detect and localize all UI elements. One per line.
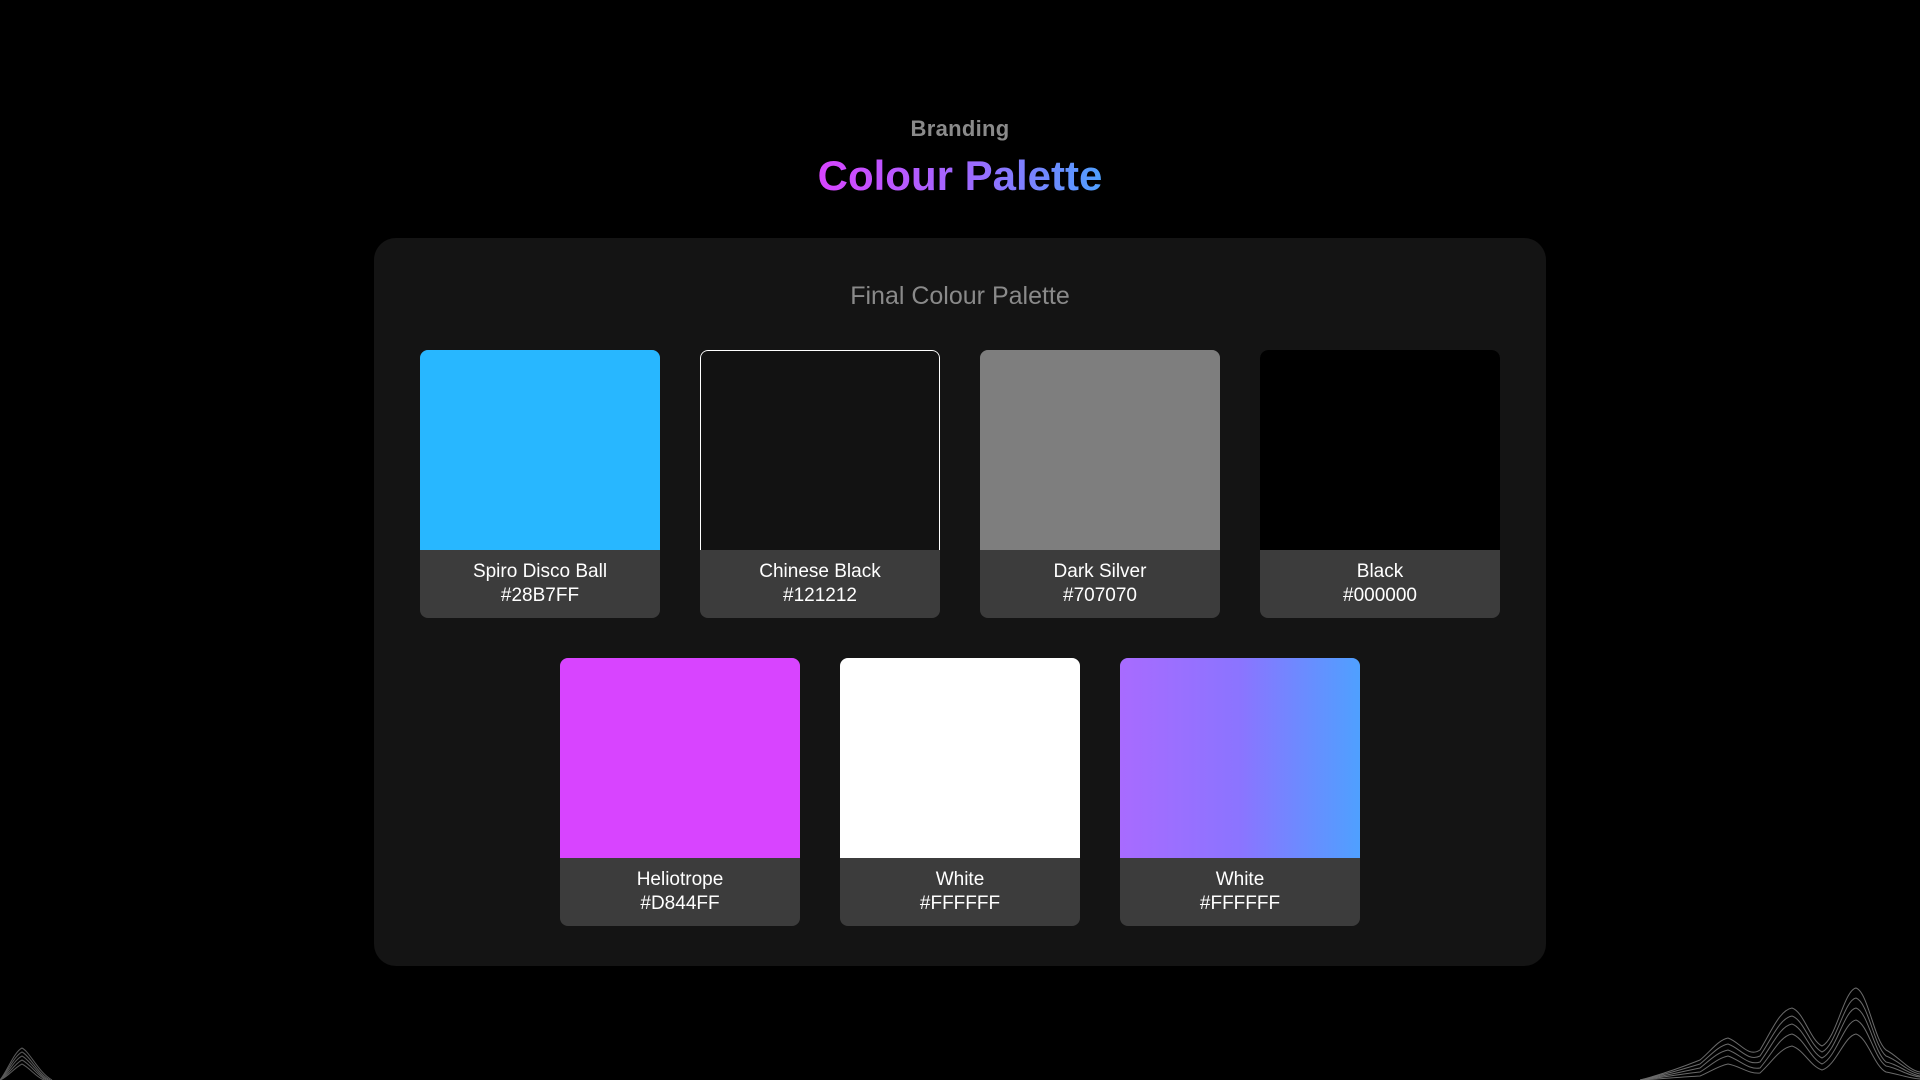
swatch-name: White	[935, 869, 985, 890]
section-eyebrow: Branding	[910, 116, 1010, 141]
wave-lines-right	[1640, 987, 1920, 1080]
page-title: Colour Palette	[818, 150, 1103, 202]
swatch-label: Black #000000	[1260, 550, 1500, 618]
swatch-name: Spiro Disco Ball	[472, 561, 608, 582]
swatch-color	[420, 350, 660, 550]
swatch-name: White	[1215, 869, 1265, 890]
swatch-label: White #FFFFFF	[840, 858, 1080, 926]
swatch-hex: #28B7FF	[500, 585, 580, 606]
swatch-label: Heliotrope #D844FF	[560, 858, 800, 926]
swatch-heliotrope: Heliotrope #D844FF	[560, 658, 800, 926]
panel-title: Final Colour Palette	[850, 282, 1070, 310]
swatch-color	[700, 350, 940, 550]
swatch-spiro-disco-ball: Spiro Disco Ball #28B7FF	[420, 350, 660, 618]
swatch-label: Dark Silver #707070	[980, 550, 1220, 618]
swatch-hex: #707070	[1063, 585, 1137, 606]
page-header: Branding Colour Palette	[0, 112, 1920, 202]
swatch-chinese-black: Chinese Black #121212	[700, 350, 940, 618]
swatch-label: White #FFFFFF	[1120, 858, 1360, 926]
swatch-black: Black #000000	[1260, 350, 1500, 618]
swatch-name: Dark Silver	[1053, 561, 1147, 582]
swatch-hex: #D844FF	[640, 893, 720, 914]
swatch-color	[1120, 658, 1360, 858]
wave-lines-left	[0, 1047, 53, 1080]
swatch-label: Chinese Black #121212	[700, 550, 940, 618]
swatch-color	[980, 350, 1220, 550]
swatch-gradient: White #FFFFFF	[1120, 658, 1360, 926]
swatch-name: Heliotrope	[636, 869, 724, 890]
swatch-name: Chinese Black	[759, 561, 881, 582]
swatch-hex: #FFFFFF	[919, 893, 1001, 914]
swatch-name: Black	[1356, 561, 1404, 582]
swatch-color	[560, 658, 800, 858]
swatch-hex: #121212	[783, 585, 857, 606]
swatch-white: White #FFFFFF	[840, 658, 1080, 926]
swatch-color	[1260, 350, 1500, 550]
swatch-color	[840, 658, 1080, 858]
swatch-dark-silver: Dark Silver #707070	[980, 350, 1220, 618]
swatch-hex: #000000	[1343, 585, 1417, 606]
swatch-hex: #FFFFFF	[1199, 893, 1281, 914]
palette-panel: Final Colour Palette Spiro Disco Ball #2…	[374, 238, 1546, 966]
swatch-label: Spiro Disco Ball #28B7FF	[420, 550, 660, 618]
